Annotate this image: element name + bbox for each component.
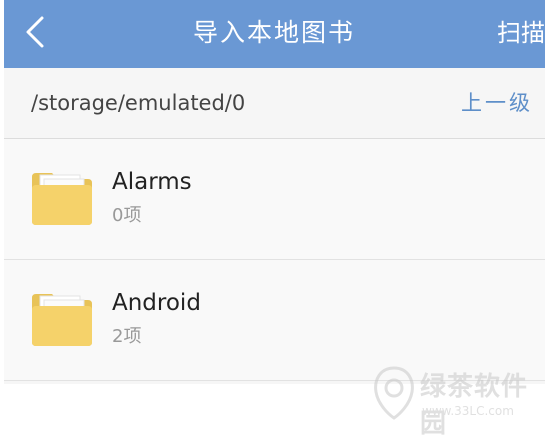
app-header: 导入本地图书 扫描 (4, 0, 545, 68)
watermark-text: 绿茶软件园 (420, 372, 529, 439)
folder-item-count: 2项 (112, 326, 142, 347)
folder-name: Android (112, 290, 201, 316)
parent-directory-button[interactable]: 上一级 (461, 88, 533, 118)
chevron-left-icon (26, 16, 44, 48)
watermark: 绿茶软件园 www.33LC.com (372, 360, 548, 439)
folder-row-alarms[interactable]: Alarms 0项 (4, 139, 545, 260)
leaf-logo-icon (374, 366, 414, 420)
scan-button[interactable]: 扫描 (497, 14, 545, 52)
folder-icon (28, 286, 96, 350)
app-screen: 导入本地图书 扫描 /storage/emulated/0 上一级 Alarms… (4, 0, 545, 384)
folder-item-count: 0项 (112, 205, 142, 226)
path-bar: /storage/emulated/0 上一级 (4, 68, 545, 139)
current-path: /storage/emulated/0 (31, 91, 246, 115)
folder-name: Alarms (112, 169, 192, 195)
back-button[interactable] (18, 14, 54, 50)
page-title: 导入本地图书 (192, 18, 355, 47)
folder-icon (28, 165, 96, 229)
watermark-url: www.33LC.com (422, 404, 514, 418)
